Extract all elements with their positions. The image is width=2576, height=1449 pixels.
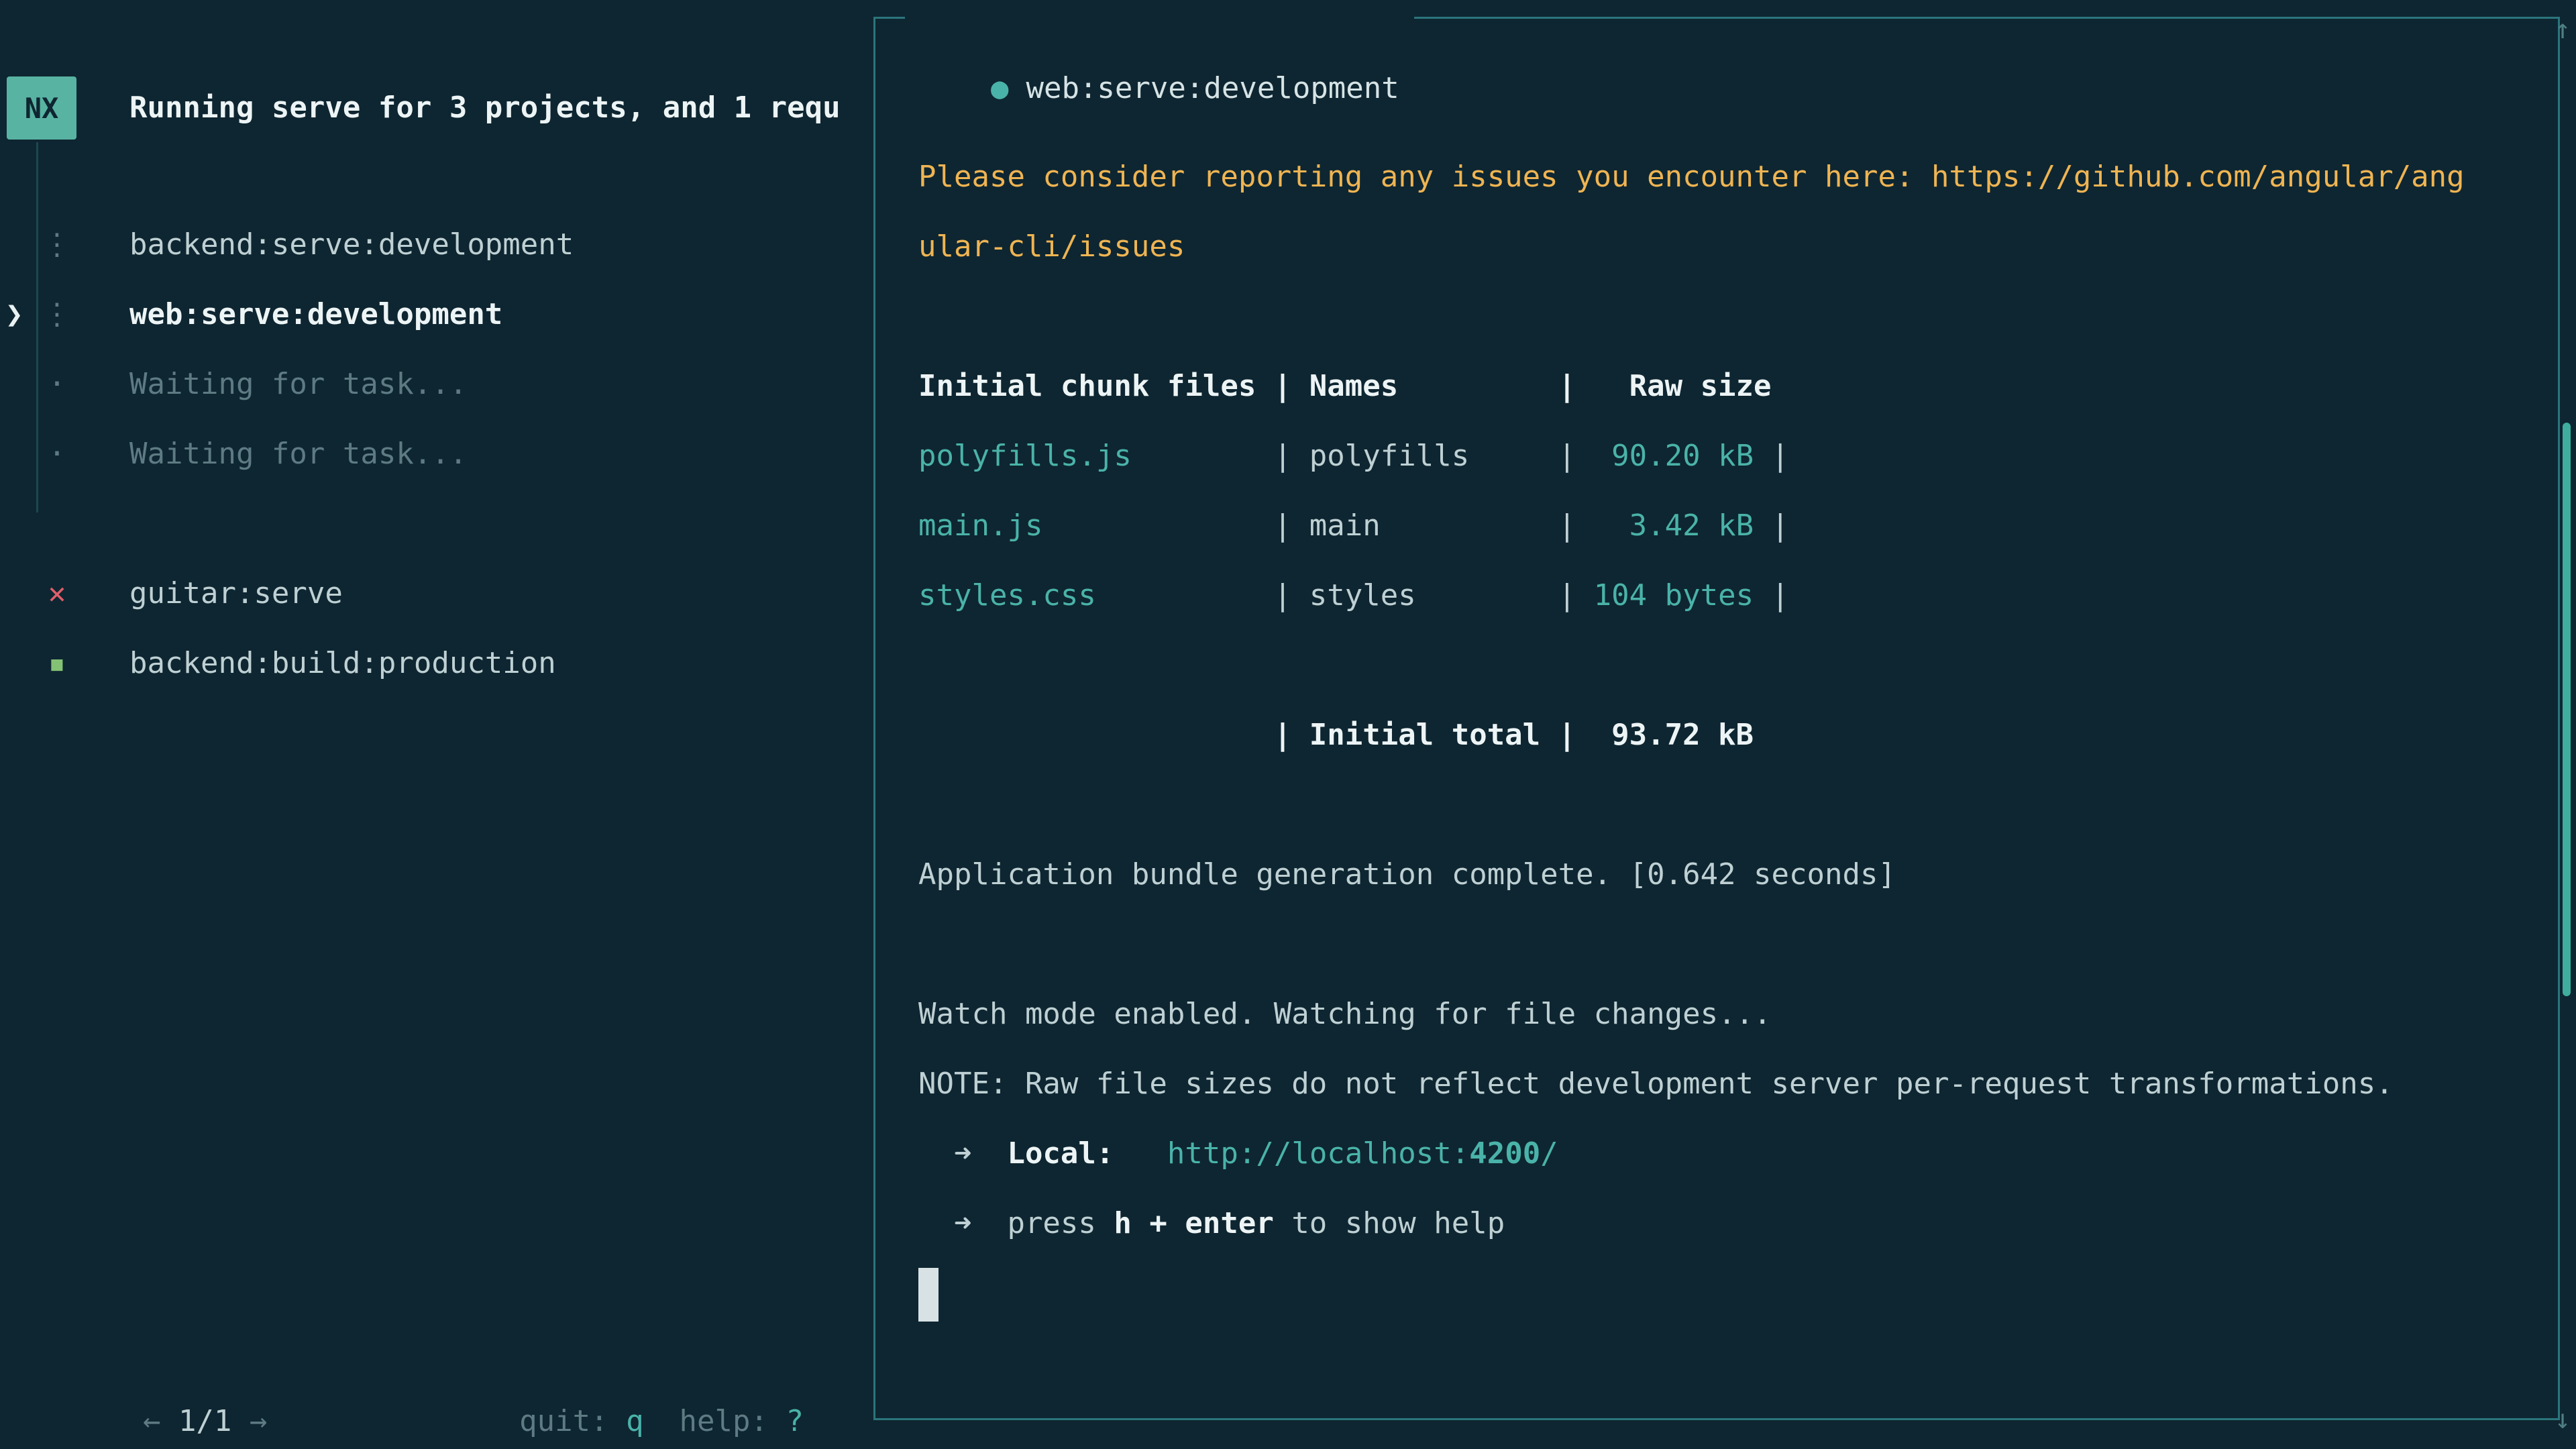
nx-logo: NX [7,76,76,140]
terminal-text: polyfills.js [918,439,1132,473]
selected-pointer-icon: ❯ [5,280,23,350]
terminal-text: styles.css [918,578,1096,612]
task-item-waiting-for-task[interactable]: · Waiting for task... [0,350,873,419]
task-item-backend-serve-development[interactable]: ⋮ backend:serve:development [0,210,873,280]
task-label: Waiting for task... [129,437,467,471]
task-sidebar: NX Running serve for 3 projects, and 1 r… [0,0,873,1449]
keyboard-shortcuts: quit: q help: ? [413,1317,804,1387]
task-label: backend:serve:development [129,227,574,262]
task-item-waiting-for-task[interactable]: · Waiting for task... [0,419,873,489]
terminal-cursor [918,1268,938,1322]
terminal-text: h + enter [1114,1206,1273,1240]
terminal-output: Please consider reporting any issues you… [875,19,2558,1328]
terminal-line: main.js | main | 3.42 kB | [918,491,2531,561]
terminal-line: polyfills.js | polyfills | 90.20 kB | [918,421,2531,491]
page-prev-arrow-icon[interactable]: ← [143,1404,161,1438]
task-status-icon: ⋮ [32,210,82,280]
terminal-text: ular-cli/issues [918,229,1185,264]
shortcut-separator [644,1404,680,1438]
terminal-line: styles.css | styles | 104 bytes | [918,561,2531,631]
terminal-text: | [1754,508,1789,543]
scrollbar-thumb[interactable] [2563,423,2571,996]
terminal-text: Watch mode enabled. Watching for file ch… [918,997,1772,1031]
terminal-line: ular-cli/issues [918,212,2531,282]
task-status-icon: ▪ [32,629,82,698]
terminal-line: Please consider reporting any issues you… [918,142,2531,212]
local-url-link[interactable]: 4200 [1469,1136,1540,1171]
terminal-text [1114,1136,1167,1171]
terminal-text: 104 bytes [1594,578,1754,612]
scroll-down-arrow-icon[interactable]: ↓ [2551,1390,2575,1449]
help-key: ? [786,1404,804,1438]
terminal-text: Application bundle generation complete. … [918,857,1896,892]
terminal-text: 90.20 kB [1611,439,1754,473]
terminal-text: Please consider reporting any issues you… [918,160,2465,194]
terminal-text: | [1754,578,1789,612]
terminal-text: main.js [918,508,1042,543]
quit-key: q [626,1404,644,1438]
task-item-guitar-serve[interactable]: ✕ guitar:serve [0,559,873,629]
terminal-line: ➜ Local: http://localhost:4200/ [918,1119,2531,1189]
terminal-line: NOTE: Raw file sizes do not reflect deve… [918,1049,2531,1119]
terminal-text: NOTE: Raw file sizes do not reflect deve… [918,1067,2394,1101]
terminal-line: Initial chunk files | Names | Raw size [918,352,2531,421]
output-panel: ● web:serve:development Please consider r… [873,17,2560,1420]
local-url-link[interactable]: / [1540,1136,1558,1171]
sidebar-bottom-bar: ← 1/1 → quit: q help: ? [36,1317,804,1387]
task-status-icon: · [32,350,82,419]
run-summary-title: Running serve for 3 projects, and 1 requ [129,73,841,143]
terminal-text: Initial chunk files | Names | Raw size [918,369,1772,403]
page-indicator: 1/1 [160,1404,249,1438]
task-label: guitar:serve [129,576,343,610]
panel-title-text: web:serve:development [1026,71,1399,105]
terminal-line [918,282,2531,352]
task-status-icon: · [32,419,82,489]
terminal-text: to show help [1274,1206,1505,1240]
terminal-text: ➜ press [918,1206,1114,1240]
terminal-line [918,770,2531,840]
terminal-text: | [1754,439,1789,473]
terminal-line: Application bundle generation complete. … [918,840,2531,910]
terminal-text: 3.42 kB [1629,508,1754,543]
page-next-arrow-icon[interactable]: → [250,1404,268,1438]
terminal-line [918,631,2531,700]
task-label: backend:build:production [129,646,556,680]
task-status-icon: ⋮ [32,280,82,350]
terminal-line [918,910,2531,979]
terminal-text: | main | [1042,508,1629,543]
terminal-line [918,1258,2531,1328]
scroll-up-arrow-icon[interactable]: ↑ [2551,0,2575,59]
task-label: Waiting for task... [129,367,467,401]
help-label: help: [680,1404,786,1438]
local-url-link[interactable]: http://localhost: [1167,1136,1469,1171]
terminal-line: Watch mode enabled. Watching for file ch… [918,979,2531,1049]
task-item-backend-build-production[interactable]: ▪ backend:build:production [0,629,873,698]
task-label: web:serve:development [129,297,502,331]
task-item-web-serve-development[interactable]: ❯⋮ web:serve:development [0,280,873,350]
terminal-text: | styles | [1096,578,1594,612]
panel-title: ●web:serve:development [905,0,1414,54]
terminal-text: | Initial total | 93.72 kB [918,718,1754,752]
task-status-icon: ✕ [32,559,82,629]
status-dot-icon: ● [991,71,1009,105]
pagination: ← 1/1 → [36,1317,267,1387]
terminal-text: Local: [1007,1136,1114,1171]
terminal-text: ➜ [918,1136,1007,1171]
quit-label: quit: [519,1404,626,1438]
terminal-line: | Initial total | 93.72 kB [918,700,2531,770]
task-list: ⋮ backend:serve:development ❯⋮ web:serve:de… [0,210,873,698]
terminal-text: | polyfills | [1132,439,1611,473]
terminal-line: ➜ press h + enter to show help [918,1189,2531,1258]
nx-tui-terminal: { "logo": { "text": "NX" }, "header": { … [0,0,2576,1449]
